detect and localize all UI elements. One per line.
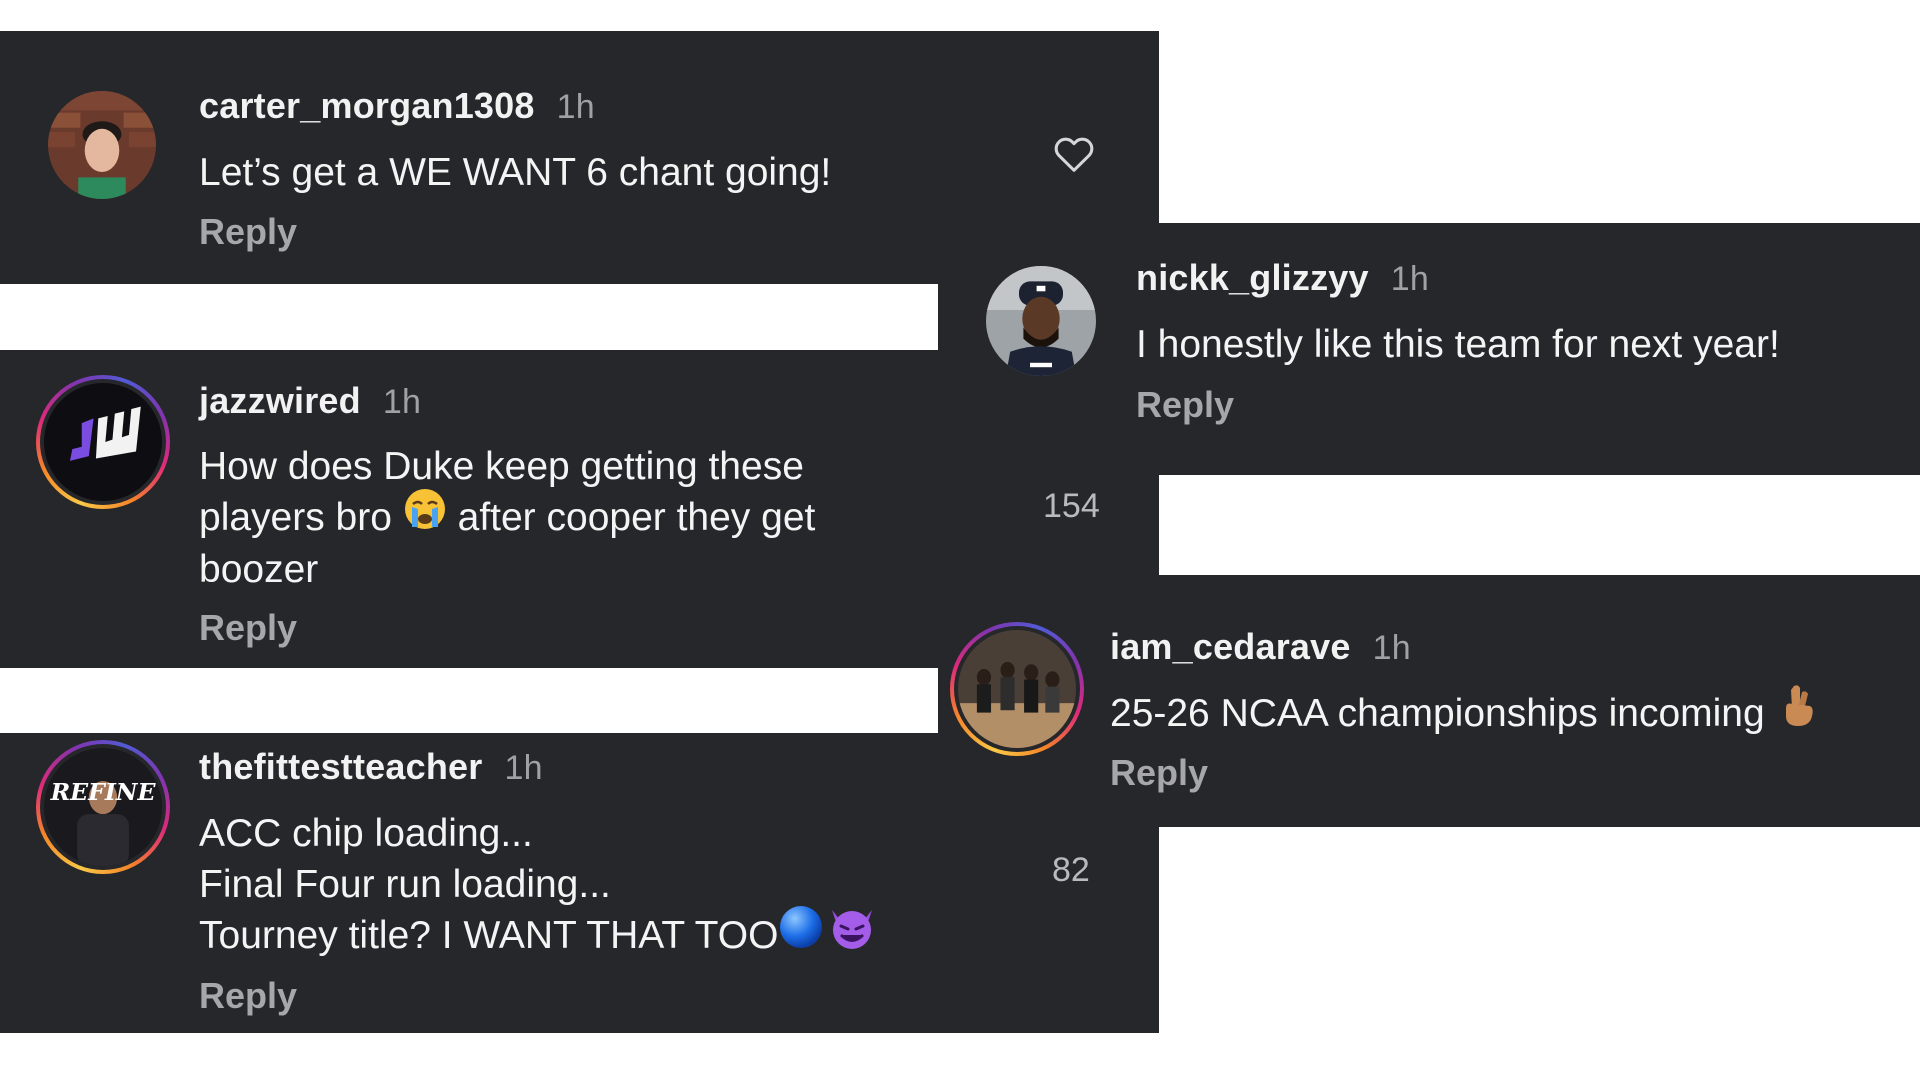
comment-segment: players bro <box>199 496 392 539</box>
comment-line: How does Duke keep getting these <box>199 445 804 488</box>
comment-line: Final Four run loading... <box>199 863 611 906</box>
username-text[interactable]: nickk_glizzyy <box>1136 257 1369 298</box>
comment-text: Let’s get a WE WANT 6 chant going! <box>199 151 832 194</box>
comment-line: Tourney title? I WANT THAT TOO <box>199 906 876 963</box>
comment-segment: 25-26 NCAA championships incoming <box>1110 692 1765 735</box>
timestamp: 1h <box>1372 629 1411 667</box>
timestamp: 1h <box>382 383 422 421</box>
reply-button[interactable]: Reply <box>199 975 297 1017</box>
like-count: 82 <box>1052 851 1090 889</box>
comment-card-cedarave: iam_cedarave 1h 25-26 NCAA championships … <box>938 575 1920 827</box>
comment-text: How does Duke keep getting these players… <box>199 441 815 595</box>
smiling-face-with-horns-emoji <box>828 904 876 963</box>
comment-line: boozer <box>199 548 319 592</box>
avatar[interactable]: REFINE <box>36 740 170 874</box>
username[interactable]: carter_morgan1308 1h <box>199 85 595 127</box>
reply-button[interactable]: Reply <box>1136 384 1234 426</box>
avatar[interactable] <box>986 266 1096 376</box>
timestamp: 1h <box>556 88 595 126</box>
timestamp: 1h <box>504 749 543 787</box>
username-text[interactable]: carter_morgan1308 <box>199 85 535 126</box>
avatar-logo-text: REFINE <box>50 778 157 806</box>
comment-text: 25-26 NCAA championships incoming <box>1110 685 1820 741</box>
avatar[interactable] <box>48 91 156 199</box>
reply-button[interactable]: Reply <box>1110 752 1208 794</box>
username[interactable]: jazzwired 1h <box>199 380 421 422</box>
comment-segment: after cooper they get <box>457 496 816 539</box>
heart-outline-icon[interactable] <box>1050 131 1098 177</box>
like-count: 154 <box>1043 487 1100 525</box>
comment-line: players bro after cooper they get <box>199 489 816 544</box>
username[interactable]: iam_cedarave 1h <box>1110 626 1411 668</box>
username[interactable]: thefittestteacher 1h <box>199 746 543 788</box>
username-text[interactable]: jazzwired <box>199 380 361 421</box>
username-text[interactable]: iam_cedarave <box>1110 626 1351 667</box>
comment-line: ACC chip loading... <box>199 812 533 855</box>
comment-card-nickk: nickk_glizzyy 1h I honestly like this tea… <box>938 223 1920 475</box>
reply-button[interactable]: Reply <box>199 607 297 649</box>
loudly-crying-face-emoji <box>403 487 447 544</box>
reply-button[interactable]: Reply <box>199 211 297 253</box>
blue-circle-emoji <box>778 904 824 963</box>
comment-segment: Tourney title? I WANT THAT TOO <box>199 914 779 957</box>
username[interactable]: nickk_glizzyy 1h <box>1136 257 1429 299</box>
comment-text: I honestly like this team for next year! <box>1136 323 1780 366</box>
avatar[interactable] <box>36 375 170 509</box>
avatar[interactable] <box>950 622 1084 756</box>
crossed-fingers-emoji <box>1776 682 1820 741</box>
comment-text: ACC chip loading... Final Four run loadi… <box>199 808 876 963</box>
username-text[interactable]: thefittestteacher <box>199 746 482 787</box>
timestamp: 1h <box>1390 260 1429 298</box>
